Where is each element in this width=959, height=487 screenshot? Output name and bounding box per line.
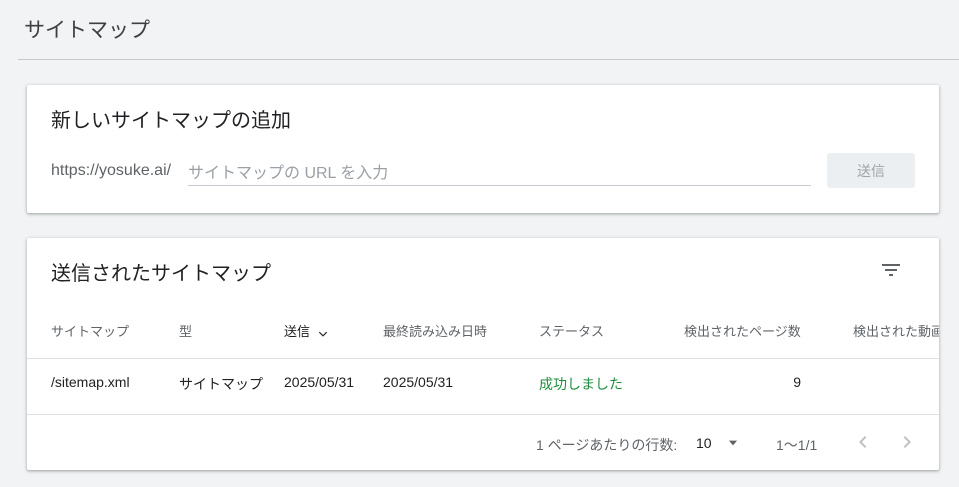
page-title: サイトマップ xyxy=(24,19,150,42)
submitted-sitemaps-card: 送信されたサイトマップ サイトマップ 型 送信 最終読み込み日時 ステータス 検… xyxy=(27,238,939,470)
rows-per-page-label: 1 ページあたりの行数: xyxy=(536,437,678,453)
cell-last-read: 2025/05/31 xyxy=(383,374,454,390)
column-header-videos[interactable]: 検出された動画数 xyxy=(853,321,939,340)
row-divider xyxy=(27,414,939,415)
submit-button[interactable]: 送信 xyxy=(827,153,915,188)
column-header-pages[interactable]: 検出されたページ数 xyxy=(684,321,801,340)
column-header-submitted-label: 送信 xyxy=(284,324,311,339)
cell-submitted: 2025/05/31 xyxy=(284,374,355,390)
cell-pages: 9 xyxy=(793,374,801,390)
page-header: サイトマップ xyxy=(18,0,959,60)
pagination-range: 1〜1/1 xyxy=(776,437,818,453)
table-row[interactable]: /sitemap.xml サイトマップ 2025/05/31 2025/05/3… xyxy=(27,359,939,414)
chevron-right-icon[interactable] xyxy=(895,430,919,454)
filter-icon[interactable] xyxy=(879,258,903,282)
cell-sitemap: /sitemap.xml xyxy=(51,374,130,390)
arrow-down-icon xyxy=(316,325,330,342)
rows-per-page-value: 10 xyxy=(696,435,712,451)
cell-type: サイトマップ xyxy=(179,376,263,392)
chevron-left-icon[interactable] xyxy=(851,430,875,454)
submitted-sitemaps-title: 送信されたサイトマップ xyxy=(51,263,271,285)
cell-status: 成功しました xyxy=(539,376,623,392)
column-header-status[interactable]: ステータス xyxy=(539,321,604,340)
add-sitemap-card: 新しいサイトマップの追加 https://yosuke.ai/ 送信 xyxy=(27,85,939,213)
column-header-submitted[interactable]: 送信 xyxy=(284,321,330,342)
column-header-last-read[interactable]: 最終読み込み日時 xyxy=(383,321,487,340)
column-header-type[interactable]: 型 xyxy=(179,321,192,340)
rows-per-page-select[interactable]: 10 xyxy=(696,429,746,457)
url-prefix: https://yosuke.ai/ xyxy=(51,162,172,179)
column-header-sitemap[interactable]: サイトマップ xyxy=(51,321,129,340)
sitemap-url-input[interactable] xyxy=(188,159,811,186)
add-sitemap-title: 新しいサイトマップの追加 xyxy=(51,110,291,132)
dropdown-icon xyxy=(726,436,740,455)
